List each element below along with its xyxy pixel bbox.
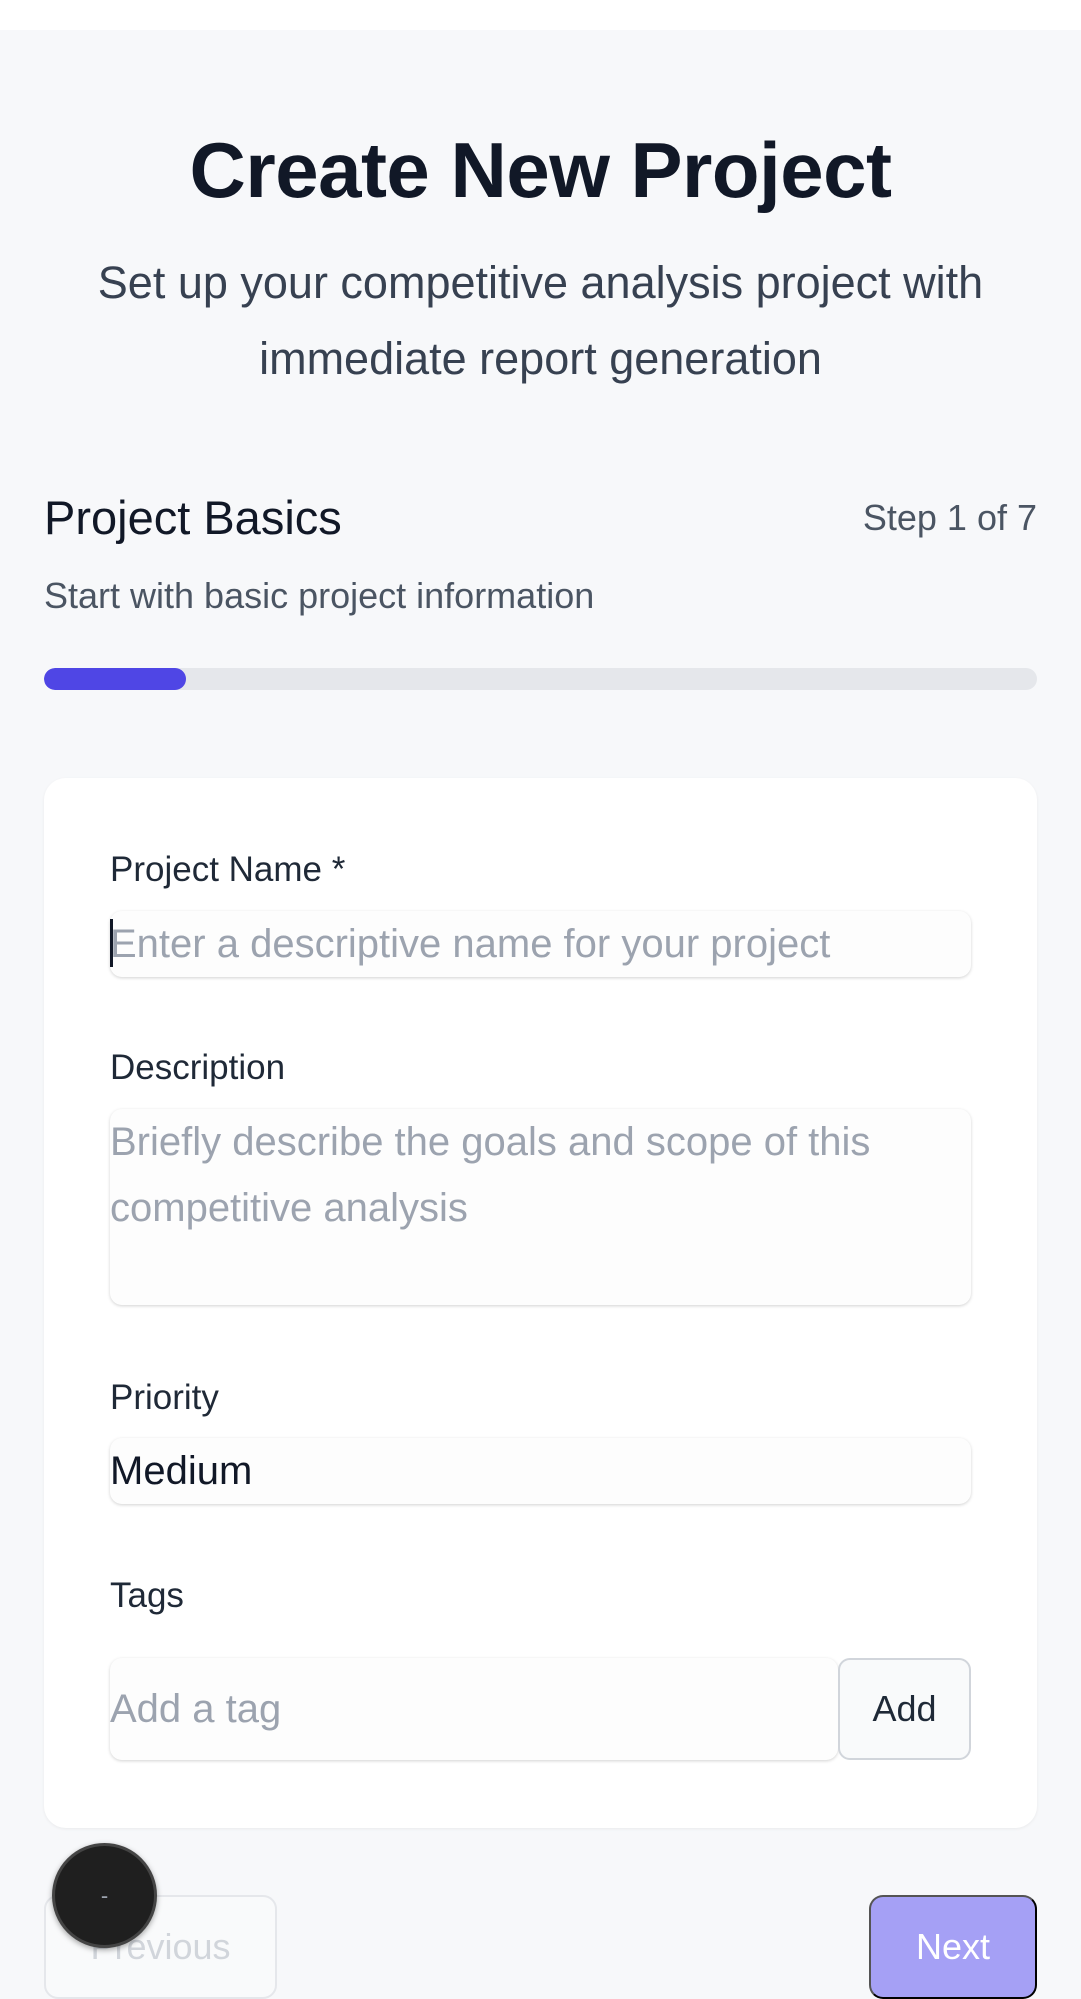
next-button[interactable]: Next <box>869 1895 1037 1999</box>
step-counter: Step 1 of 7 <box>862 497 1037 538</box>
progress-bar <box>44 668 1037 690</box>
description-placeholder: Briefly describe the goals and scope of … <box>110 1120 871 1230</box>
description-label: Description <box>110 1048 286 1087</box>
form-card: Project Name * Enter a descriptive name … <box>44 778 1037 1828</box>
priority-label: Priority <box>110 1378 219 1417</box>
step-description: Start with basic project information <box>44 575 595 616</box>
text-caret <box>110 919 113 967</box>
tag-input[interactable]: Add a tag <box>110 1658 838 1760</box>
add-tag-button[interactable]: Add <box>838 1658 971 1760</box>
priority-selected-value: Medium <box>110 1448 253 1493</box>
top-bar <box>0 0 1081 30</box>
description-textarea[interactable]: Briefly describe the goals and scope of … <box>110 1109 971 1305</box>
project-name-input[interactable]: Enter a descriptive name for your projec… <box>110 911 971 977</box>
step-title: Project Basics <box>44 491 342 544</box>
progress-fill <box>44 668 186 690</box>
fab-label: - <box>100 1882 109 1908</box>
floating-action-button[interactable]: - <box>52 1843 157 1948</box>
project-name-placeholder: Enter a descriptive name for your projec… <box>110 921 831 966</box>
priority-select[interactable]: Medium <box>110 1438 971 1504</box>
project-name-label: Project Name * <box>110 850 346 889</box>
tags-label: Tags <box>110 1576 184 1615</box>
page-subtitle: Set up your competitive analysis project… <box>97 257 984 384</box>
page-title: Create New Project <box>189 126 892 214</box>
tag-placeholder: Add a tag <box>110 1686 282 1731</box>
